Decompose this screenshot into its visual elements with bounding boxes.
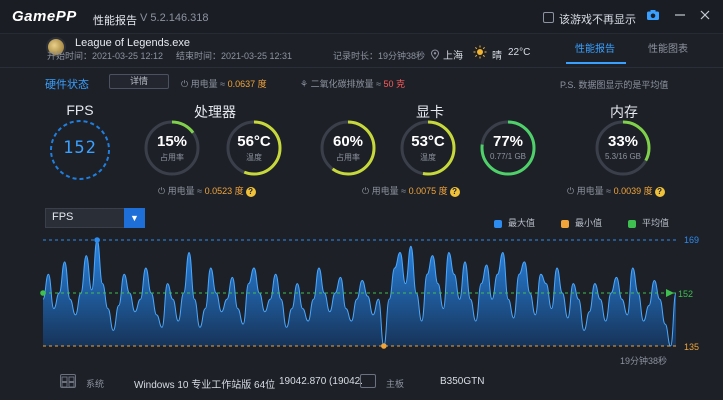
gauge-label: 0.77/1 GB <box>489 152 527 161</box>
gauge-label: 占用率 <box>336 153 360 162</box>
tab-performance-chart[interactable]: 性能图表 <box>648 40 688 55</box>
power-icon: ⏻ <box>567 186 577 196</box>
avg-point <box>40 290 46 296</box>
details-button[interactable]: 详情 <box>109 74 169 89</box>
cpu-power: ⏻ 用电量 ≈ 0.0523 度? <box>158 184 256 197</box>
board-label: 主板 <box>386 379 405 389</box>
memory-power-prefix: 用电量 ≈ <box>576 186 614 196</box>
cpu-usage-gauge: 15% 占用率 <box>142 118 202 183</box>
system-value: Windows 10 专业工作站版 64位 <box>134 380 276 391</box>
gpu-temp-gauge: 53°C 温度 <box>398 118 458 183</box>
chart-duration: 19分钟38秒 <box>620 356 668 366</box>
legend-min: 最小值 <box>561 216 602 229</box>
gauge-label: 温度 <box>420 153 436 162</box>
hardware-status-label: 硬件状态 <box>45 79 89 91</box>
build-value: 19042.870 (19042. <box>279 376 363 387</box>
gauge-value: 56°C <box>237 133 271 150</box>
gpu-usage-gauge: 60% 占用率 <box>318 118 378 183</box>
game-name: League of Legends.exe <box>75 37 190 49</box>
min-value-label: 135 <box>684 342 700 352</box>
power-icon: ⏻ <box>362 186 372 196</box>
help-icon[interactable]: ? <box>654 187 665 197</box>
start-time: 开始时间：2021-03-25 12:12 <box>47 51 164 61</box>
min-point <box>381 343 387 349</box>
average-note: P.S. 数据图显示的是平均值 <box>560 80 669 90</box>
motherboard-icon <box>360 374 376 388</box>
total-power-prefix: 用电量 ≈ <box>190 79 228 89</box>
gauge-value: 33% <box>607 133 639 150</box>
end-time: 结束时间：2021-03-25 12:31 <box>176 51 293 61</box>
memory-power: ⏻ 用电量 ≈ 0.0039 度? <box>567 184 665 197</box>
max-point <box>94 237 100 243</box>
legend-avg-label: 平均值 <box>642 218 670 228</box>
minimize-icon[interactable] <box>672 9 688 25</box>
city: 上海 <box>443 51 463 62</box>
metric-select-value[interactable]: FPS <box>52 211 73 223</box>
power-icon: ⏻ <box>158 186 168 196</box>
cpu-temp-gauge: 56°C 温度 <box>224 118 284 183</box>
co2-prefix: 二氧化碳排放量 ≈ <box>310 79 384 89</box>
windows-icon <box>60 374 76 388</box>
location-icon <box>430 49 440 62</box>
power-icon: ⏻ <box>181 79 191 89</box>
temperature: 22°C <box>508 47 531 58</box>
legend-max: 最大值 <box>494 216 535 229</box>
avg-value-label: 152 <box>678 289 694 299</box>
gauge-value: 53°C <box>411 133 445 150</box>
avg-arrow <box>666 289 674 297</box>
app-logo: GamePP <box>12 8 77 25</box>
board-value: B350GTN <box>440 376 485 387</box>
version-label: V 5.2.146.318 <box>140 12 209 24</box>
close-icon[interactable] <box>697 9 713 25</box>
system-label: 系统 <box>86 379 105 389</box>
record-duration: 记录时长：19分钟38秒 <box>333 51 426 61</box>
legend-min-label: 最小值 <box>575 218 603 228</box>
co2-value: 50 克 <box>383 79 406 89</box>
weather: 晴 <box>492 51 502 62</box>
window-title: 性能报告 <box>93 15 137 27</box>
gpu-power: ⏻ 用电量 ≈ 0.0075 度? <box>362 184 460 197</box>
sun-icon <box>473 45 487 61</box>
camera-icon[interactable] <box>645 9 661 25</box>
legend-avg: 平均值 <box>628 216 669 229</box>
help-icon[interactable]: ? <box>245 187 256 197</box>
gauge-value: 77% <box>492 133 524 150</box>
fps-title: FPS <box>66 102 94 118</box>
max-value-label: 169 <box>684 235 700 245</box>
gpu-memory-gauge: 77% 0.77/1 GB <box>478 118 538 183</box>
gauge-value: 60% <box>332 133 364 150</box>
co2-emission: ⚘ 二氧化碳排放量 ≈ 50 克 <box>300 77 405 90</box>
memory-gauge: 33% 5.3/16 GB <box>593 118 653 183</box>
fps-value: 152 <box>63 138 97 158</box>
total-power-value: 0.0637 度 <box>227 79 267 89</box>
gauge-label: 5.3/16 GB <box>604 152 642 161</box>
gpu-power-prefix: 用电量 ≈ <box>371 186 409 196</box>
gauge-label: 温度 <box>246 153 262 162</box>
help-icon[interactable]: ? <box>449 187 460 197</box>
hide-game-checkbox-label[interactable]: 该游戏不再显示 <box>559 11 636 27</box>
tab-performance-report[interactable]: 性能报告 <box>575 40 615 55</box>
memory-power-value: 0.0039 度 <box>613 186 653 196</box>
fps-chart <box>40 237 677 349</box>
gauge-value: 15% <box>156 133 188 150</box>
gauge-label: 占用率 <box>160 153 184 162</box>
gpu-power-value: 0.0075 度 <box>408 186 448 196</box>
hide-game-checkbox[interactable] <box>543 12 554 23</box>
chevron-down-icon[interactable]: ▼ <box>124 208 145 228</box>
leaf-icon: ⚘ <box>300 79 311 89</box>
active-tab-indicator <box>566 62 626 64</box>
cpu-power-prefix: 用电量 ≈ <box>167 186 205 196</box>
cpu-power-value: 0.0523 度 <box>204 186 244 196</box>
legend-max-label: 最大值 <box>508 218 536 228</box>
total-power: ⏻ 用电量 ≈ 0.0637 度 <box>181 77 267 90</box>
